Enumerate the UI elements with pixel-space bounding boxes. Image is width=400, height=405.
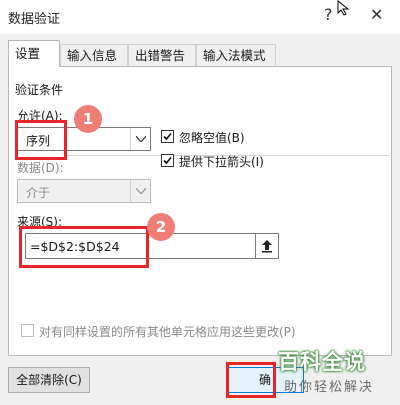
chevron-down-icon[interactable]: [130, 128, 150, 150]
mouse-cursor-icon: [337, 0, 350, 16]
title-bar: 数据验证 ? ✕: [0, 0, 400, 34]
checkmark-icon: [163, 156, 172, 165]
source-highlight-box: [19, 226, 149, 268]
section-title: 验证条件: [15, 83, 64, 97]
step-badge-2: 2: [147, 213, 175, 241]
step-badge-1: 1: [74, 105, 102, 133]
dropdown-arrow-label: 提供下拉箭头(I): [179, 155, 264, 169]
tab-settings[interactable]: 设置: [8, 40, 60, 67]
window-title: 数据验证: [8, 12, 61, 27]
data-select: 介于: [17, 179, 151, 203]
allow-highlight-box: [15, 120, 67, 160]
tab-input-message[interactable]: 输入信息: [60, 44, 128, 66]
range-select-icon[interactable]: [255, 233, 279, 259]
watermark-logo-text: 百科全说: [278, 350, 366, 374]
clear-all-button[interactable]: 全部清除(C): [8, 367, 90, 393]
ok-highlight-box: [226, 362, 276, 398]
checkmark-icon: [163, 132, 172, 141]
help-button[interactable]: ?: [324, 5, 333, 24]
dropdown-arrow-checkbox[interactable]: [161, 154, 174, 167]
tab-error-alert[interactable]: 出错警告: [128, 44, 196, 66]
chevron-down-icon: [130, 180, 150, 202]
apply-all-checkbox[interactable]: [21, 324, 34, 337]
data-value: 介于: [26, 186, 51, 200]
watermark: 百科全说 助你轻松解决: [276, 346, 396, 402]
watermark-tagline: 助你轻松解决: [284, 380, 375, 395]
data-label: 数据(D):: [17, 161, 64, 175]
apply-all-label: 对有同样设置的所有其他单元格应用这些更改(P): [39, 325, 296, 339]
settings-panel: 验证条件 允许(A): 序列 忽略空值(B) 提供下拉箭头(I) 数据(D): …: [8, 66, 392, 356]
tab-ime-mode[interactable]: 输入法模式: [196, 44, 276, 66]
close-button[interactable]: ✕: [370, 5, 383, 24]
ignore-blank-checkbox[interactable]: [161, 130, 174, 143]
ignore-blank-label: 忽略空值(B): [179, 131, 245, 145]
